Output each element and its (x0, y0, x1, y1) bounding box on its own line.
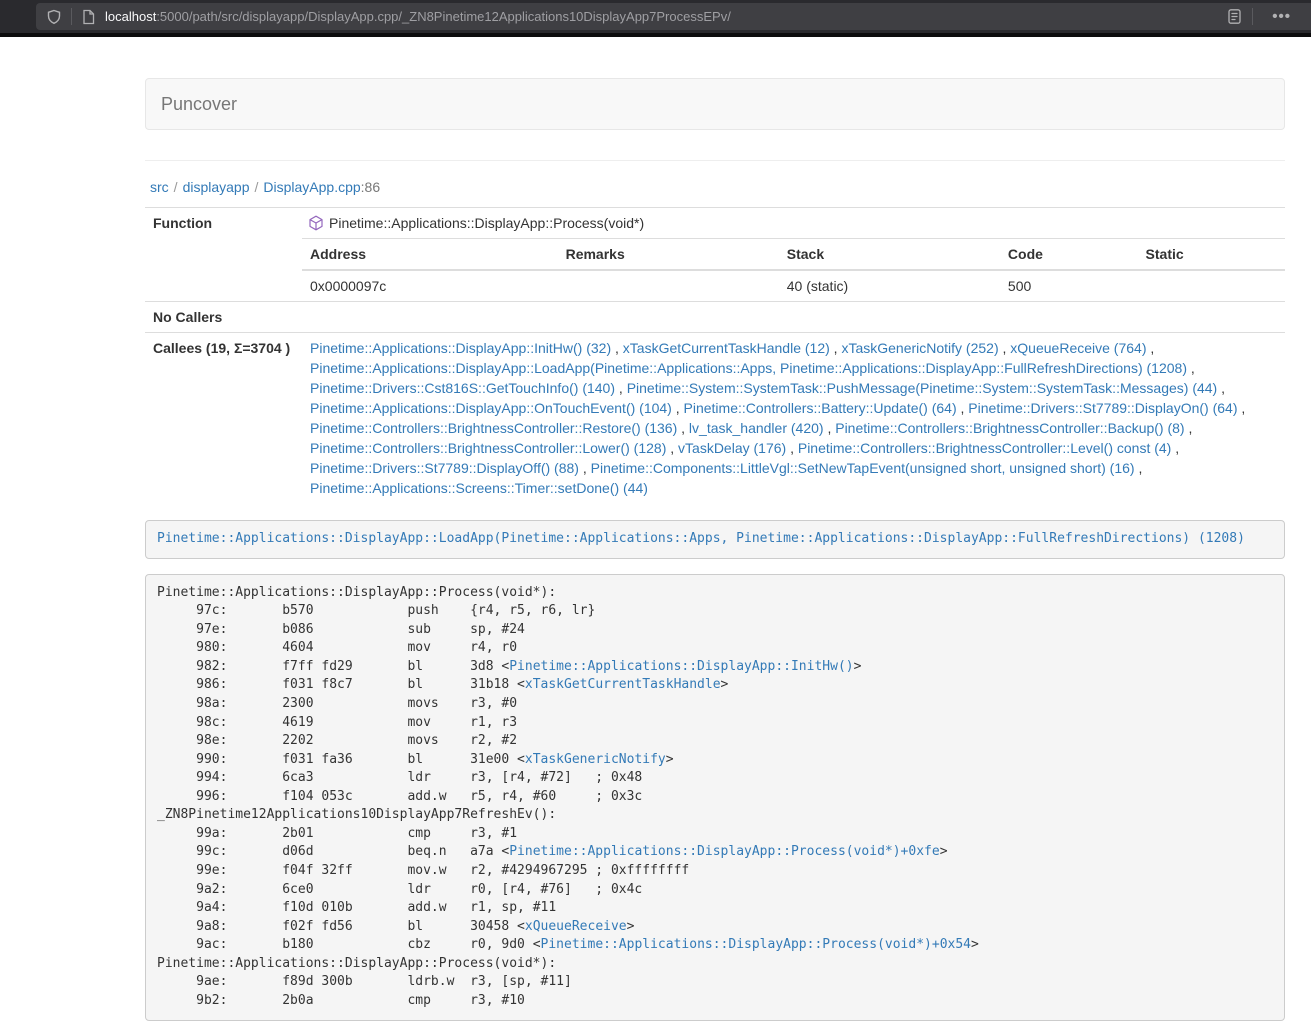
callee-link[interactable]: Pinetime::Controllers::BrightnessControl… (835, 420, 1184, 436)
browser-toolbar: localhost:5000/path/src/displayapp/Displ… (0, 0, 1311, 33)
function-detail-table: Address Remarks Stack Code Static 0x0000… (302, 238, 1285, 301)
callee-link[interactable]: xTaskGenericNotify (252) (841, 340, 998, 356)
callee-link[interactable]: Pinetime::System::SystemTask::PushMessag… (627, 380, 1218, 396)
app-navbar: Puncover (145, 78, 1285, 130)
callee-link[interactable]: Pinetime::Drivers::St7789::DisplayOff() … (310, 460, 579, 476)
app-brand[interactable]: Puncover (161, 94, 237, 115)
asm-symbol-link[interactable]: xQueueReceive (525, 919, 627, 934)
source-snippet: Pinetime::Applications::DisplayApp::Load… (145, 520, 1285, 559)
assembly-listing: Pinetime::Applications::DisplayApp::Proc… (145, 574, 1285, 1021)
breadcrumb-separator: / (250, 179, 264, 195)
page-icon[interactable] (81, 9, 96, 25)
shield-icon[interactable] (46, 9, 62, 25)
callee-link[interactable]: Pinetime::Drivers::Cst816S::GetTouchInfo… (310, 380, 615, 396)
no-callers-value (302, 302, 1285, 333)
function-name-row: Pinetime::Applications::DisplayApp::Proc… (302, 208, 1285, 238)
callee-link[interactable]: Pinetime::Applications::DisplayApp::Init… (310, 340, 611, 356)
function-name: Pinetime::Applications::DisplayApp::Proc… (329, 213, 644, 233)
snippet-symbol-link[interactable]: Pinetime::Applications::DisplayApp::Load… (157, 531, 1245, 546)
breadcrumb-link-displayapp[interactable]: displayapp (183, 179, 250, 195)
callee-link[interactable]: Pinetime::Applications::DisplayApp::Load… (310, 360, 1187, 376)
function-table: Function Pinetime::Applications::Display… (145, 207, 1285, 503)
callees-row: Callees (19, Σ=3704 ) Pinetime::Applicat… (145, 333, 1285, 504)
callee-link[interactable]: xQueueReceive (764) (1010, 340, 1146, 356)
no-callers-row: No Callers (145, 302, 1285, 333)
static-value (1138, 270, 1285, 301)
callee-link[interactable]: Pinetime::Applications::Screens::Timer::… (310, 480, 648, 496)
urlbar-divider (71, 8, 72, 25)
asm-symbol-link[interactable]: Pinetime::Applications::DisplayApp::Init… (509, 659, 853, 674)
column-header-static: Static (1138, 239, 1285, 271)
url-text: localhost:5000/path/src/displayapp/Displ… (105, 9, 731, 24)
callees-list: Pinetime::Applications::DisplayApp::Init… (302, 333, 1285, 504)
address-value: 0x0000097c (302, 270, 558, 301)
divider-rule (145, 160, 1285, 161)
url-host: localhost (105, 9, 156, 24)
stack-value: 40 (static) (779, 270, 1000, 301)
no-callers-label: No Callers (145, 302, 302, 333)
breadcrumb-link-file[interactable]: DisplayApp.cpp (263, 179, 360, 195)
function-label: Function (145, 208, 302, 302)
callee-link[interactable]: Pinetime::Controllers::BrightnessControl… (310, 440, 666, 456)
toolbar-divider (1252, 8, 1253, 25)
callee-link[interactable]: Pinetime::Controllers::BrightnessControl… (310, 420, 677, 436)
asm-symbol-link[interactable]: Pinetime::Applications::DisplayApp::Proc… (541, 937, 971, 952)
asm-symbol-link[interactable]: xTaskGenericNotify (525, 752, 666, 767)
detail-value-row: 0x0000097c 40 (static) 500 (302, 270, 1285, 301)
detail-header-row: Address Remarks Stack Code Static (302, 239, 1285, 271)
callee-link[interactable]: Pinetime::Controllers::Battery::Update()… (684, 400, 957, 416)
column-header-remarks: Remarks (558, 239, 779, 271)
column-header-stack: Stack (779, 239, 1000, 271)
menu-ellipsis-icon[interactable]: ••• (1262, 8, 1301, 25)
callee-link[interactable]: vTaskDelay (176) (678, 440, 786, 456)
url-path: :5000/path/src/displayapp/DisplayApp.cpp… (156, 9, 731, 24)
callee-link[interactable]: Pinetime::Components::LittleVgl::SetNewT… (591, 460, 1135, 476)
callee-link[interactable]: xTaskGetCurrentTaskHandle (12) (623, 340, 830, 356)
function-row: Function Pinetime::Applications::Display… (145, 208, 1285, 302)
symbol-cube-icon (308, 215, 324, 231)
code-value: 500 (1000, 270, 1138, 301)
callee-link[interactable]: lv_task_handler (420) (689, 420, 824, 436)
url-bar[interactable]: localhost:5000/path/src/displayapp/Displ… (36, 3, 1311, 30)
reader-view-icon[interactable] (1226, 8, 1243, 25)
callee-link[interactable]: Pinetime::Drivers::St7789::DisplayOn() (… (968, 400, 1237, 416)
breadcrumb-link-src[interactable]: src (150, 179, 169, 195)
breadcrumb: src/displayapp/DisplayApp.cpp:86 (150, 179, 1285, 195)
asm-symbol-link[interactable]: xTaskGetCurrentTaskHandle (525, 677, 721, 692)
breadcrumb-line-number: :86 (361, 179, 380, 195)
callees-label: Callees (19, Σ=3704 ) (145, 333, 302, 504)
column-header-address: Address (302, 239, 558, 271)
callee-link[interactable]: Pinetime::Applications::DisplayApp::OnTo… (310, 400, 672, 416)
remarks-value (558, 270, 779, 301)
page-container: Puncover src/displayapp/DisplayApp.cpp:8… (145, 37, 1285, 1021)
column-header-code: Code (1000, 239, 1138, 271)
callee-link[interactable]: Pinetime::Controllers::BrightnessControl… (798, 440, 1171, 456)
asm-symbol-link[interactable]: Pinetime::Applications::DisplayApp::Proc… (509, 844, 939, 859)
breadcrumb-separator: / (169, 179, 183, 195)
